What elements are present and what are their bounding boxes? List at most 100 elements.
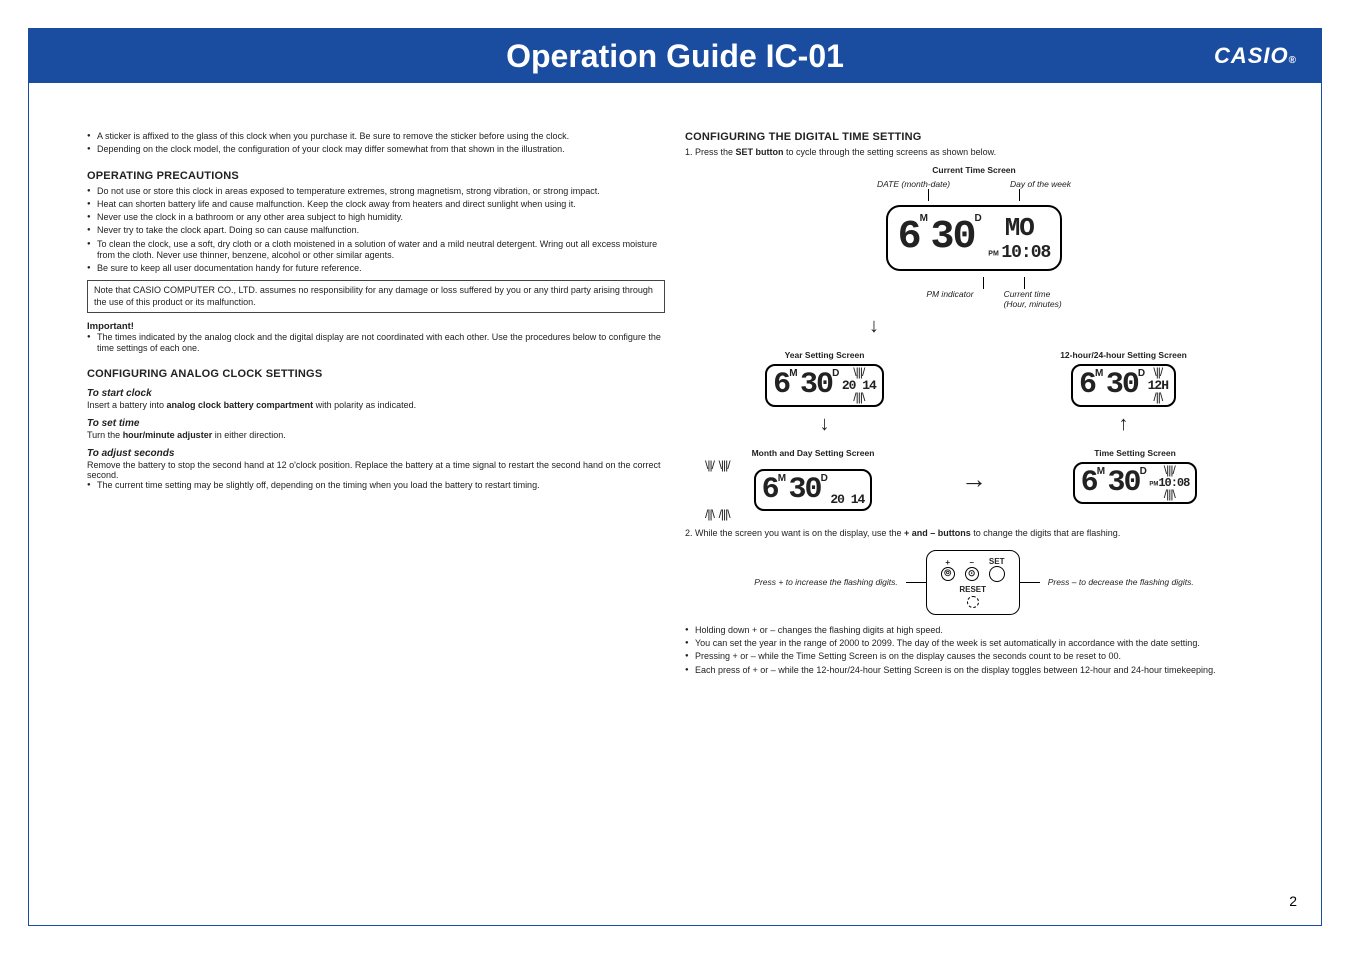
callout-lines [685,189,1263,201]
list-item: Be sure to keep all user documentation h… [87,263,665,274]
reset-label: RESET [941,585,1005,594]
set-button-icon [989,566,1005,582]
content: A sticker is affixed to the glass of thi… [29,83,1321,702]
callout-row-bottom [685,277,1263,289]
d-mark: D [1138,368,1145,379]
precautions-heading: OPERATING PRECAUTIONS [87,170,665,182]
h1224-label: 12-hour/24-hour Setting Screen [984,350,1263,360]
seg-extra: 20 14 [830,492,864,507]
arrow-down-icon: ↓ [685,315,1063,338]
seg-date: 30 [1108,466,1140,500]
lead-line-icon [928,189,929,201]
flash-top: \||/ \|||/ [685,462,941,469]
d-mark: D [1140,466,1147,477]
plus-button-icon: ⦾ [941,567,955,581]
lead-line-icon [1019,189,1020,201]
text: You can set the year in the range of 200… [695,638,1200,648]
monthday-timeset-row: Month and Day Setting Screen \||/ \|||/ … [685,442,1263,518]
lcd-monthday: 6M 30D 20 14 [754,469,873,511]
text-bold: analog clock battery compartment [167,400,314,410]
adjust-seconds-text: Remove the battery to stop the second ha… [87,460,665,480]
minus-label: – [965,558,979,567]
seg-month: 6 [773,368,789,402]
analog-heading: CONFIGURING ANALOG CLOCK SETTINGS [87,368,665,380]
list-item: Heat can shorten battery life and cause … [87,199,665,210]
minus-callout: Press – to decrease the flashing digits. [1040,577,1202,587]
page-title: Operation Guide IC-01 [506,38,844,75]
text: Each press of + or – while the 12-hour/2… [695,665,1216,675]
text-bold: hour/minute adjuster [123,430,213,440]
m-mark: M [1097,466,1105,477]
set-time-heading: To set time [87,418,665,429]
text-bold: SET button [736,147,784,157]
date-callout: DATE (month-date) [877,179,950,189]
current-screen-label: Current Time Screen [685,165,1263,175]
m-mark: M [789,368,797,379]
d-mark: D [975,213,982,224]
list-item: Never use the clock in a bathroom or any… [87,212,665,223]
lcd-1224: 6M 30D \||/ 12H /||\ [1071,364,1176,407]
text: 2. While the screen you want is on the d… [685,528,904,538]
start-clock-text: Insert a battery into analog clock batte… [87,400,665,410]
flash-icon: \|||/ [1164,463,1175,477]
text: 1. Press the [685,147,736,157]
curtime-callout: Current time (Hour, minutes) [1004,289,1062,309]
arrow-down-icon: ↓ [685,413,964,436]
title-bar: Operation Guide IC-01 CASIO® [29,29,1321,83]
set-label: SET [989,557,1005,566]
lead-line-icon [983,277,984,289]
text: Pressing + or – while the Time Setting S… [695,651,1121,661]
timeset-panel: Time Setting Screen 6M 30D \|||/ PM10:08… [1007,442,1263,518]
text: with polarity as indicated. [313,400,416,410]
list-item: Never try to take the clock apart. Doing… [87,225,665,236]
year-panel: Year Setting Screen 6M 30D \|||/ 20 14 /… [685,344,964,442]
year-label: Year Setting Screen [685,350,964,360]
m-mark: M [778,473,786,484]
flash-icon: /||\ [1153,390,1162,404]
flash-icon: \||/ [1153,365,1162,379]
year-1224-row: Year Setting Screen 6M 30D \|||/ 20 14 /… [685,344,1263,442]
list-item: A sticker is affixed to the glass of thi… [87,131,665,142]
brand-logo: CASIO® [1214,43,1297,69]
left-column: A sticker is affixed to the glass of thi… [87,131,665,682]
start-clock-heading: To start clock [87,388,665,399]
lcd-timeset: 6M 30D \|||/ PM10:08 /|||\ [1073,462,1198,504]
d-mark: D [832,368,839,379]
page: Operation Guide IC-01 CASIO® A sticker i… [0,0,1350,954]
important-list: The times indicated by the analog clock … [87,332,665,355]
buttons-figure: Press + to increase the flashing digits.… [685,550,1263,615]
bottom-notes-list: Holding down + or – changes the flashing… [685,625,1263,676]
lead-line-icon [1020,582,1040,583]
brand-mark: ® [1289,55,1297,66]
seg-date: 30 [931,215,975,260]
dow-callout: Day of the week [1010,179,1071,189]
callout-row: DATE (month-date) Day of the week [685,179,1263,189]
pm-mark: PM [988,250,999,257]
arrow-up-icon: ↑ [984,413,1263,436]
text: Insert a battery into [87,400,167,410]
monthday-label: Month and Day Setting Screen [685,448,941,458]
list-item: Do not use or store this clock in areas … [87,186,665,197]
list-item: To clean the clock, use a soft, dry clot… [87,239,665,262]
list-item: Each press of + or – while the 12-hour/2… [685,665,1263,676]
h1224-panel: 12-hour/24-hour Setting Screen 6M 30D \|… [984,344,1263,442]
inner-border: Operation Guide IC-01 CASIO® A sticker i… [28,28,1322,926]
flash-bottom: /||\ /|||\ [685,511,941,518]
lcd-year: 6M 30D \|||/ 20 14 /|||\ [765,364,884,407]
pm-mark: PM [1149,481,1158,487]
arrow-right-icon: → [961,464,987,495]
step-2: 2. While the screen you want is on the d… [685,528,1263,540]
pm-callout: PM indicator [926,289,973,309]
seg-month: 6 [898,215,920,260]
buttons-box: + ⦾ – ⊙ SET [926,550,1020,615]
seg-date: 30 [800,368,832,402]
list-item: You can set the year in the range of 200… [685,638,1263,649]
flash-icon: /|||\ [853,390,864,404]
text: Turn the [87,430,123,440]
top-btn-row: + ⦾ – ⊙ SET [941,557,1005,582]
reset-button-icon [967,596,979,608]
brand-name: CASIO [1214,43,1289,68]
seg-time: 10:08 [1001,243,1050,263]
monthday-panel: Month and Day Setting Screen \||/ \|||/ … [685,442,941,518]
plus-callout: Press + to increase the flashing digits. [746,577,905,587]
